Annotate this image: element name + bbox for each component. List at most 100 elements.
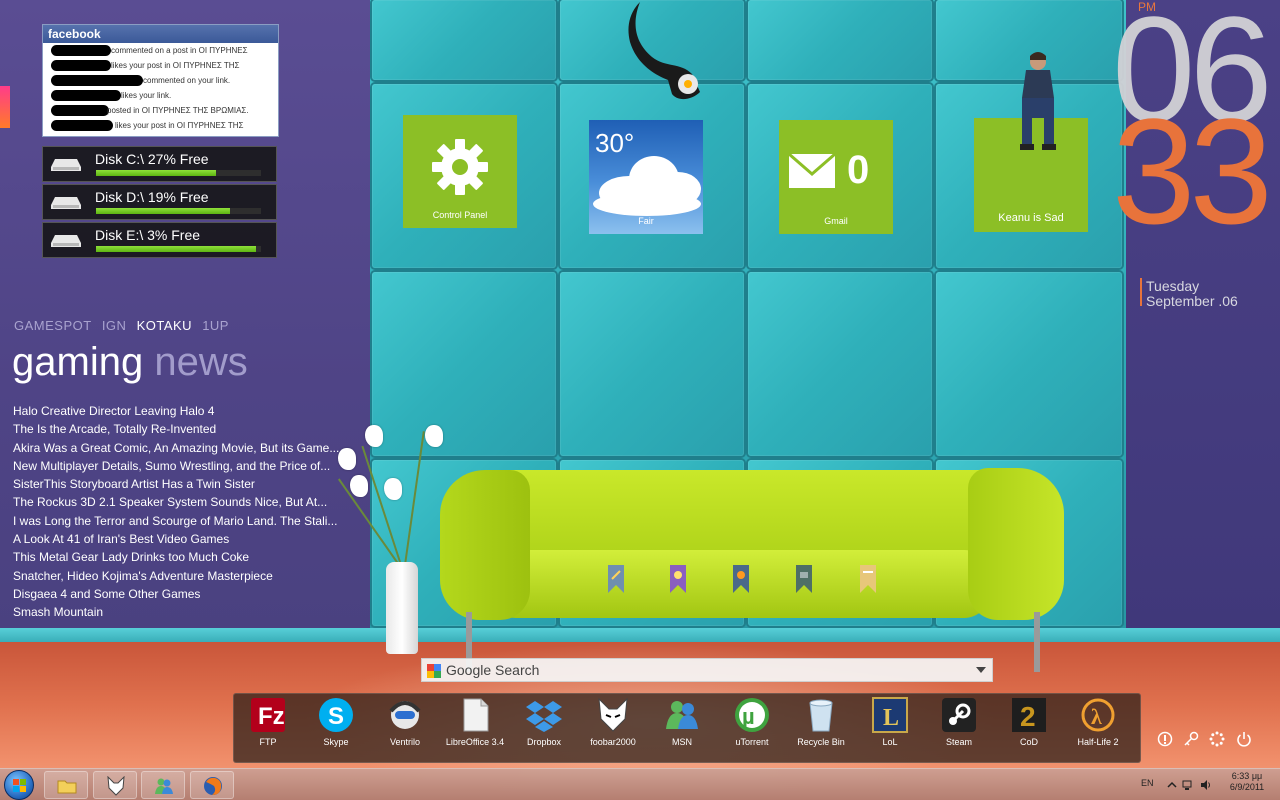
disk-e-widget[interactable]: Disk E:\ 3% Free bbox=[42, 222, 277, 258]
steam-icon bbox=[941, 697, 977, 733]
facebook-header[interactable]: facebook bbox=[43, 25, 278, 43]
gmail-tile[interactable]: 0 Gmail bbox=[779, 120, 893, 234]
tray-time: 6:33 μμ bbox=[1231, 771, 1263, 781]
disk-usage-fill bbox=[96, 246, 257, 252]
news-headline[interactable]: I was Long the Terror and Scourge of Mar… bbox=[13, 512, 353, 530]
facebook-notification[interactable]: commented on a post in ΟΙ ΠΥΡΗΝΕΣ bbox=[43, 43, 278, 58]
utorrent-icon: µ bbox=[734, 697, 770, 733]
news-headline[interactable]: Smash Mountain bbox=[13, 603, 353, 621]
language-indicator[interactable]: EN bbox=[1141, 778, 1154, 788]
news-headline[interactable]: A Look At 41 of Iran's Best Video Games bbox=[13, 530, 353, 548]
facebook-notification[interactable]: likes your post in ΟΙ ΠΥΡΗΝΕΣ ΤΗΣ bbox=[43, 118, 278, 133]
search-label: Google Search bbox=[446, 662, 540, 678]
taskbar bbox=[0, 768, 1280, 800]
facebook-notification[interactable]: commented on your link. bbox=[43, 73, 278, 88]
tray-clock[interactable]: 6:33 μμ 6/9/2011 bbox=[1222, 771, 1272, 793]
dock-item-foobar2000[interactable]: foobar2000 bbox=[583, 697, 643, 747]
sofa-arm-right bbox=[968, 468, 1064, 620]
news-headline[interactable]: SisterThis Storyboard Artist Has a Twin … bbox=[13, 475, 353, 493]
facebook-widget[interactable]: facebook commented on a post in ΟΙ ΠΥΡΗΝ… bbox=[42, 24, 279, 137]
calla-lily bbox=[384, 478, 402, 500]
disk-label: Disk E:\ 3% Free bbox=[95, 227, 201, 243]
news-headline[interactable]: New Multiplayer Details, Sumo Wrestling,… bbox=[13, 457, 353, 475]
info-icon[interactable] bbox=[1157, 731, 1173, 747]
tab-kotaku[interactable]: KOTAKU bbox=[137, 318, 193, 333]
chevron-down-icon[interactable] bbox=[976, 667, 986, 673]
folder-icon bbox=[57, 780, 77, 794]
dock-item-ventrilo[interactable]: Ventrilo bbox=[375, 697, 435, 747]
league-of-legends-icon: L bbox=[872, 697, 908, 733]
power-icon[interactable] bbox=[1236, 731, 1252, 747]
disk-usage-bar bbox=[96, 170, 261, 176]
white-vase bbox=[386, 562, 418, 654]
redacted-name bbox=[51, 60, 111, 71]
tab-gamespot[interactable]: GAMESPOT bbox=[14, 318, 92, 333]
news-headline[interactable]: Akira Was a Great Comic, An Amazing Movi… bbox=[13, 439, 353, 457]
bookmark-ribbon-icon[interactable] bbox=[731, 565, 751, 593]
dock-item-cod[interactable]: 2 CoD bbox=[999, 697, 1059, 747]
bookmark-ribbon-icon[interactable] bbox=[858, 565, 878, 593]
news-headline[interactable]: The Rockus 3D 2.1 Speaker System Sounds … bbox=[13, 493, 353, 511]
taskbar-explorer-button[interactable] bbox=[44, 771, 88, 799]
clock-weekday: Tuesday bbox=[1146, 278, 1200, 294]
disk-c-widget[interactable]: Disk C:\ 27% Free bbox=[42, 146, 277, 182]
dock-item-libreoffice[interactable]: LibreOffice 3.4 bbox=[445, 697, 505, 747]
taskbar-foobar-button[interactable] bbox=[93, 771, 137, 799]
bookmark-ribbon-icon[interactable] bbox=[668, 565, 688, 593]
news-headline[interactable]: Halo Creative Director Leaving Halo 4 bbox=[13, 402, 353, 420]
volume-icon[interactable] bbox=[1200, 779, 1212, 791]
tab-1up[interactable]: 1UP bbox=[202, 318, 229, 333]
taskbar-firefox-button[interactable] bbox=[190, 771, 234, 799]
dock-item-steam[interactable]: Steam bbox=[929, 697, 989, 747]
google-search-bar[interactable]: Google Search bbox=[421, 658, 993, 682]
news-headline[interactable]: This Metal Gear Lady Drinks too Much Cok… bbox=[13, 548, 353, 566]
sofa-arm-left bbox=[440, 470, 530, 620]
tab-ign[interactable]: IGN bbox=[102, 318, 127, 333]
bookmark-ribbon-icon[interactable] bbox=[794, 565, 814, 593]
network-icon[interactable] bbox=[1182, 779, 1194, 791]
start-button[interactable] bbox=[4, 770, 34, 800]
dropbox-icon bbox=[526, 697, 562, 733]
weather-tile[interactable]: 30° Fair bbox=[589, 120, 703, 234]
dock-item-msn[interactable]: MSN bbox=[652, 697, 712, 747]
tray-date: 6/9/2011 bbox=[1229, 782, 1265, 792]
weather-temperature: 30° bbox=[595, 128, 635, 158]
dock-item-half-life-2[interactable]: λ Half-Life 2 bbox=[1068, 697, 1128, 747]
hard-drive-icon bbox=[51, 159, 81, 171]
news-headline[interactable]: Snatcher, Hideo Kojima's Adventure Maste… bbox=[13, 567, 353, 585]
disk-usage-bar bbox=[96, 246, 261, 252]
ventrilo-icon bbox=[387, 697, 423, 733]
key-icon[interactable] bbox=[1183, 731, 1199, 747]
glados-figure bbox=[628, 2, 700, 100]
dock-item-skype[interactable]: S Skype bbox=[306, 697, 366, 747]
control-panel-tile[interactable]: Control Panel bbox=[403, 115, 517, 228]
disk-label: Disk D:\ 19% Free bbox=[95, 189, 209, 205]
facebook-notification[interactable]: posted in ΟΙ ΠΥΡΗΝΕΣ ΤΗΣ ΒΡΩΜΙΑΣ. bbox=[43, 103, 278, 118]
disk-d-widget[interactable]: Disk D:\ 19% Free bbox=[42, 184, 277, 220]
svg-text:Fz: Fz bbox=[258, 703, 285, 730]
wall-panel bbox=[748, 0, 932, 80]
facebook-notification[interactable]: likes your link. bbox=[43, 88, 278, 103]
bookmark-ribbon-icon[interactable] bbox=[606, 565, 626, 593]
unread-mail-count: 0 bbox=[847, 148, 870, 192]
dock-item-utorrent[interactable]: µ uTorrent bbox=[722, 697, 782, 747]
libreoffice-icon bbox=[457, 697, 493, 733]
chevron-up-icon[interactable] bbox=[1166, 779, 1178, 791]
news-headline[interactable]: Disgaea 4 and Some Other Games bbox=[13, 585, 353, 603]
taskbar-msn-button[interactable] bbox=[141, 771, 185, 799]
redacted-name bbox=[51, 105, 109, 116]
calla-lily bbox=[365, 425, 383, 447]
baseboard bbox=[0, 628, 1280, 642]
dock-item-ftp[interactable]: Fz FTP bbox=[238, 697, 298, 747]
loading-icon[interactable] bbox=[1209, 731, 1225, 747]
firefox-icon bbox=[204, 777, 222, 795]
news-headline[interactable]: The Is the Arcade, Totally Re-Invented bbox=[13, 420, 353, 438]
dock-item-lol[interactable]: L LoL bbox=[860, 697, 920, 747]
dock-item-recycle-bin[interactable]: Recycle Bin bbox=[791, 697, 851, 747]
facebook-notification[interactable]: likes your post in ΟΙ ΠΥΡΗΝΕΣ ΤΗΣ bbox=[43, 58, 278, 73]
wall-panel bbox=[936, 272, 1122, 456]
news-source-tabs: GAMESPOT IGN KOTAKU 1UP bbox=[14, 318, 235, 333]
dock-item-dropbox[interactable]: Dropbox bbox=[514, 697, 574, 747]
wall-panel bbox=[372, 0, 556, 80]
hard-drive-icon bbox=[51, 197, 81, 209]
